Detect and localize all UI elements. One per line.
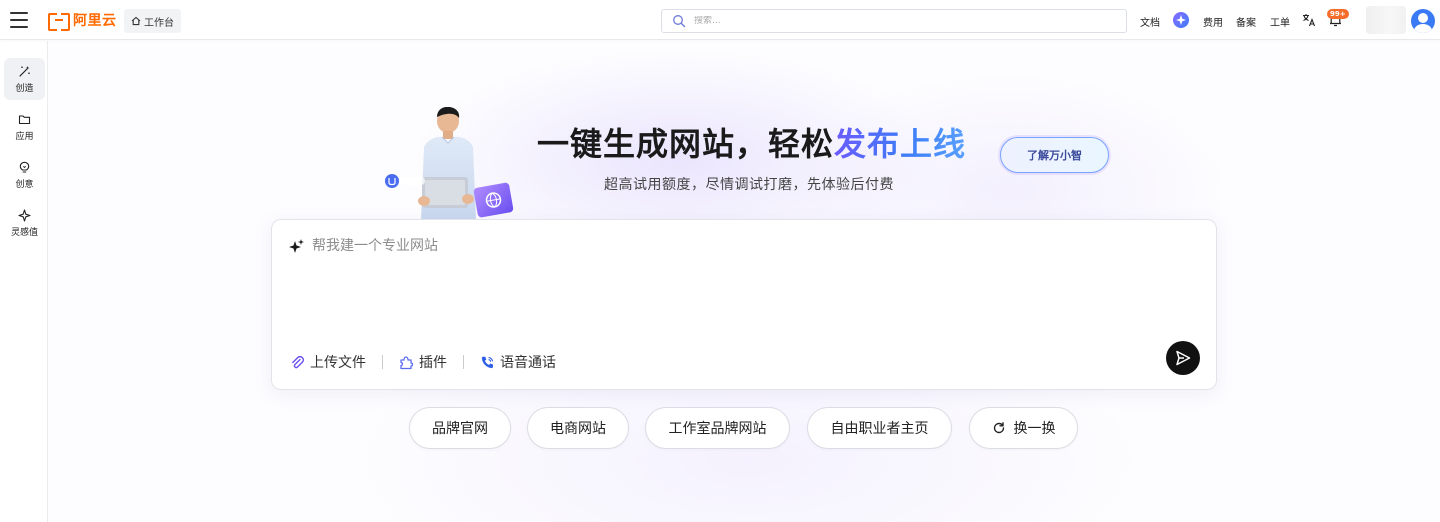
voice-call-label: 语音通话 xyxy=(500,355,556,371)
headline-highlight-text: 发布上线 xyxy=(834,125,967,163)
prompt-input[interactable] xyxy=(312,236,1172,256)
hamburger-menu-icon[interactable] xyxy=(10,12,28,28)
filing-link[interactable]: 备案 xyxy=(1236,14,1256,29)
suggestion-chip[interactable]: 工作室品牌网站 xyxy=(645,407,790,449)
billing-link[interactable]: 费用 xyxy=(1203,14,1223,29)
sidebar-item-create[interactable]: 创造 xyxy=(4,58,45,100)
suggestion-chip[interactable]: 电商网站 xyxy=(527,407,629,449)
ai-assistant-icon[interactable] xyxy=(1172,11,1190,29)
paperclip-icon xyxy=(292,355,305,368)
sidebar-item-label: 创意 xyxy=(15,179,34,190)
search-box[interactable] xyxy=(661,9,1127,33)
sidebar-item-label: 灵感值 xyxy=(10,227,38,238)
sidebar-item-apps[interactable]: 应用 xyxy=(4,106,45,148)
sidebar-item-label: 创造 xyxy=(15,83,34,94)
ticket-link[interactable]: 工单 xyxy=(1270,14,1290,29)
refresh-icon xyxy=(993,422,1004,434)
suggestion-chips: 品牌官网 电商网站 工作室品牌网站 自由职业者主页 换一换 xyxy=(48,407,1440,451)
hero-subheadline: 超高试用额度，尽情调试打磨，先体验后付费 xyxy=(604,177,894,193)
workbench-button[interactable]: 工作台 xyxy=(124,9,181,33)
search-icon xyxy=(673,15,686,28)
sidebar-item-label: 应用 xyxy=(15,131,34,142)
plugin-label: 插件 xyxy=(419,355,447,371)
suggestion-chip[interactable]: 品牌官网 xyxy=(409,407,511,449)
notification-badge: 99+ xyxy=(1327,9,1349,19)
top-bar: 阿里云 工作台 文档 费用 备案 工单 99+ xyxy=(0,0,1440,40)
account-name-redacted[interactable] xyxy=(1366,6,1406,34)
upload-file-label: 上传文件 xyxy=(310,355,366,371)
send-arrow-icon xyxy=(1176,350,1191,366)
toolbar-divider xyxy=(382,355,383,369)
search-input[interactable] xyxy=(694,16,1126,26)
aliyun-logo-mark-icon xyxy=(48,13,70,31)
hero-headline: 一键生成网站，轻松发布上线 xyxy=(537,119,966,165)
lightbulb-icon xyxy=(19,161,30,173)
learn-more-button[interactable]: 了解万小智 xyxy=(1000,137,1109,173)
sidebar-item-ideas[interactable]: 创意 xyxy=(4,154,45,196)
aliyun-logo[interactable]: 阿里云 xyxy=(48,9,117,31)
home-icon xyxy=(131,16,141,26)
suggestion-chip[interactable]: 自由职业者主页 xyxy=(807,407,952,449)
folder-icon xyxy=(18,114,31,124)
headline-plain-text: 一键生成网站，轻松 xyxy=(537,125,835,163)
sidebar-item-inspiration-points[interactable]: 灵感值 xyxy=(4,202,45,244)
upload-file-button[interactable]: 上传文件 xyxy=(290,352,366,372)
user-avatar[interactable] xyxy=(1411,9,1435,33)
voice-call-button[interactable]: 语音通话 xyxy=(480,352,556,372)
sparkle-icon xyxy=(18,208,31,222)
brand-name: 阿里云 xyxy=(73,13,117,29)
ai-sparkle-icon xyxy=(289,239,304,253)
prompt-toolbar: 上传文件 插件 语音通话 xyxy=(290,352,556,372)
plugin-puzzle-icon xyxy=(400,355,414,369)
refresh-suggestions-button[interactable]: 换一换 xyxy=(969,407,1078,449)
language-translate-icon[interactable] xyxy=(1302,13,1316,27)
plugin-button[interactable]: 插件 xyxy=(399,352,447,372)
main-content: 一键生成网站，轻松发布上线 超高试用额度，尽情调试打磨，先体验后付费 了解万小智… xyxy=(48,41,1440,522)
workbench-label: 工作台 xyxy=(144,17,174,29)
magic-wand-icon xyxy=(19,65,30,77)
refresh-label: 换一换 xyxy=(1013,421,1056,437)
docs-link[interactable]: 文档 xyxy=(1140,14,1160,29)
toolbar-divider xyxy=(463,355,464,369)
prompt-card: 上传文件 插件 语音通话 xyxy=(271,219,1217,390)
send-button[interactable] xyxy=(1166,341,1200,375)
hero-illustration xyxy=(385,107,514,219)
left-sidebar: 创造 应用 创意 灵感值 xyxy=(0,41,48,522)
phone-call-icon xyxy=(481,356,494,368)
